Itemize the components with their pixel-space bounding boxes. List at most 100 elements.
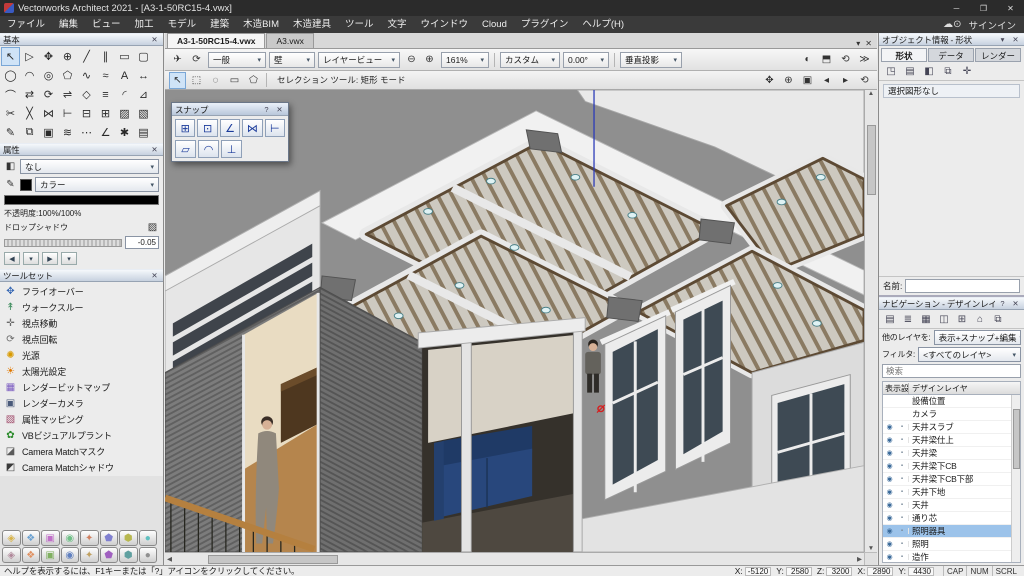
toolset-item-light-source[interactable]: ✺光源 bbox=[0, 347, 163, 363]
close-icon[interactable]: ✕ bbox=[1010, 34, 1021, 45]
menu-item[interactable]: ヘルプ(H) bbox=[575, 16, 631, 33]
tool-refresh-icon[interactable]: ⟳ bbox=[188, 51, 205, 68]
render-pane-icon[interactable]: ◧ bbox=[921, 64, 937, 78]
protractor-icon[interactable]: ∠ bbox=[96, 123, 115, 142]
color-swatch[interactable] bbox=[20, 179, 32, 191]
snap-state-icon[interactable]: ▪ bbox=[896, 554, 909, 560]
snap-object-icon[interactable]: ⊡ bbox=[197, 119, 217, 137]
menu-item[interactable]: 建築 bbox=[203, 16, 236, 33]
document-tab[interactable]: A3.vwx bbox=[266, 33, 313, 48]
mirror-icon[interactable]: ⇌ bbox=[58, 85, 77, 104]
menu-item[interactable]: Cloud bbox=[475, 16, 514, 33]
offset-icon[interactable]: ≡ bbox=[96, 85, 115, 104]
close-icon[interactable]: ✕ bbox=[1010, 298, 1021, 309]
close-icon[interactable]: ✕ bbox=[274, 104, 285, 115]
menu-item[interactable]: モデル bbox=[161, 16, 204, 33]
sheet-layers-icon[interactable]: ▦ bbox=[918, 312, 934, 326]
dock-tool-7-icon[interactable]: ⬢ bbox=[119, 530, 138, 546]
layer-filter-dropdown[interactable]: <すべてのレイヤ> bbox=[918, 347, 1021, 362]
close-icon[interactable]: ✕ bbox=[149, 270, 160, 281]
design-layer-row[interactable]: ◉▪造作 bbox=[883, 551, 1020, 563]
toolset-item-heliodon[interactable]: ☀太陽光設定 bbox=[0, 363, 163, 379]
polygon-icon[interactable]: ⬠ bbox=[58, 66, 77, 85]
dock-tool-1-icon[interactable]: ◈ bbox=[2, 530, 21, 546]
menu-item[interactable]: ツール bbox=[338, 16, 381, 33]
polyline-icon[interactable]: ∿ bbox=[77, 66, 96, 85]
join-icon[interactable]: ⋈ bbox=[39, 104, 58, 123]
object-name-input[interactable] bbox=[905, 279, 1020, 293]
snap-grid-icon[interactable]: ⊞ bbox=[175, 119, 195, 137]
design-layer-row[interactable]: ◉▪天井スラブ bbox=[883, 421, 1020, 434]
extend-icon[interactable]: ⊢ bbox=[58, 104, 77, 123]
toolset-item-render-bitmap[interactable]: ▦レンダービットマップ bbox=[0, 379, 163, 395]
snap-state-icon[interactable]: ▪ bbox=[896, 528, 909, 534]
link-icon[interactable]: ⧉ bbox=[940, 64, 956, 78]
layer-name-column-header[interactable]: デザインレイヤ bbox=[909, 383, 1020, 394]
circle-icon[interactable]: ◯ bbox=[1, 66, 20, 85]
offset-slider[interactable] bbox=[4, 239, 122, 247]
classes-icon[interactable]: ◫ bbox=[936, 312, 952, 326]
visibility-eye-icon[interactable]: ◉ bbox=[883, 501, 896, 509]
dock-tool-8-icon[interactable]: ● bbox=[139, 530, 158, 546]
align-icon[interactable]: ≋ bbox=[58, 123, 77, 142]
active-class-dropdown[interactable]: 一般 bbox=[208, 52, 266, 68]
marquee-rect-icon[interactable]: ⬚ bbox=[188, 72, 205, 89]
endpoint-style-button[interactable]: ▾ bbox=[61, 252, 77, 265]
dock-tool-2-icon[interactable]: ❖ bbox=[22, 530, 41, 546]
maximize-button[interactable]: ❐ bbox=[970, 0, 997, 16]
dock-tool-9-icon[interactable]: ◈ bbox=[2, 547, 21, 563]
mode-poly-icon[interactable]: ⬠ bbox=[245, 72, 262, 89]
design-layer-row[interactable]: 設備位置 bbox=[883, 395, 1020, 408]
snap-state-icon[interactable]: ▪ bbox=[896, 424, 909, 430]
direct-select-icon[interactable]: ▷ bbox=[20, 47, 39, 66]
toolset-item-translate-view[interactable]: ✛視点移動 bbox=[0, 315, 163, 331]
dock-tool-6-icon[interactable]: ⬟ bbox=[100, 530, 119, 546]
menu-item[interactable]: 木造建具 bbox=[286, 16, 338, 33]
document-tab[interactable]: A3-1-50RC15-4.vwx bbox=[167, 33, 265, 48]
snap-palette-titlebar[interactable]: スナップ ? ✕ bbox=[172, 103, 288, 116]
mode-rect-icon[interactable]: ▭ bbox=[226, 72, 243, 89]
design-layer-row[interactable]: ◉▪通り芯 bbox=[883, 512, 1020, 525]
move-icon[interactable]: ⇄ bbox=[20, 85, 39, 104]
projection-dropdown[interactable]: 垂直投影 bbox=[620, 52, 682, 68]
visibility-eye-icon[interactable]: ◉ bbox=[883, 462, 896, 470]
fill-style-dropdown[interactable]: なし bbox=[20, 159, 159, 174]
menu-item[interactable]: 木造BIM bbox=[236, 16, 286, 33]
rounded-rectangle-icon[interactable]: ▢ bbox=[134, 47, 153, 66]
horizontal-scroll-thumb[interactable] bbox=[208, 555, 338, 564]
hatch-icon[interactable]: ▨ bbox=[115, 104, 134, 123]
opacity-preview-bar[interactable] bbox=[4, 195, 159, 205]
menu-item[interactable]: 編集 bbox=[52, 16, 85, 33]
snap-state-icon[interactable]: ▪ bbox=[896, 450, 909, 456]
next-view-icon[interactable]: ▸ bbox=[837, 72, 854, 89]
color-dropdown[interactable]: カラー bbox=[35, 177, 159, 192]
vertical-scrollbar[interactable]: ▲ ▼ bbox=[864, 90, 877, 552]
dimension-icon[interactable]: ↔ bbox=[134, 66, 153, 85]
text-icon[interactable]: A bbox=[115, 66, 134, 85]
close-icon[interactable]: ✕ bbox=[149, 144, 160, 155]
tab-list-icon[interactable]: ▾ bbox=[856, 39, 860, 48]
tab-close-icon[interactable]: ✕ bbox=[865, 39, 872, 48]
visibility-eye-icon[interactable]: ◉ bbox=[883, 488, 896, 496]
layer-view-dropdown[interactable]: レイヤービュー bbox=[318, 52, 400, 68]
prev-view-icon[interactable]: ◂ bbox=[818, 72, 835, 89]
selection-tool-icon[interactable]: ↖ bbox=[169, 72, 186, 89]
design-layers-icon[interactable]: ≣ bbox=[900, 312, 916, 326]
layer-table-scroll-thumb[interactable] bbox=[1013, 409, 1020, 469]
eyedropper-icon[interactable]: ✎ bbox=[1, 123, 20, 142]
design-layer-row[interactable]: ◉▪天井下地 bbox=[883, 486, 1020, 499]
dropshadow-icon[interactable]: ▨ bbox=[146, 222, 159, 233]
fill-bucket-icon[interactable]: ◧ bbox=[4, 161, 17, 172]
viewports-icon[interactable]: ⊞ bbox=[954, 312, 970, 326]
tape-measure-icon[interactable]: ⌒ bbox=[1, 85, 20, 104]
freehand-icon[interactable]: ≈ bbox=[96, 66, 115, 85]
snap-intersection-icon[interactable]: ⋈ bbox=[242, 119, 262, 137]
rotation-angle-dropdown[interactable]: 0.00° bbox=[563, 52, 609, 68]
sign-in-button[interactable]: サインイン bbox=[968, 18, 1016, 32]
dock-tool-3-icon[interactable]: ▣ bbox=[41, 530, 60, 546]
dock-tool-14-icon[interactable]: ⬟ bbox=[100, 547, 119, 563]
visibility-eye-icon[interactable]: ◉ bbox=[883, 423, 896, 431]
toolset-item-camera-match-mask[interactable]: ◪Camera Matchマスク bbox=[0, 443, 163, 459]
objinfo-tab-形状[interactable]: 形状 bbox=[881, 48, 927, 62]
dock-tool-16-icon[interactable]: ● bbox=[139, 547, 158, 563]
